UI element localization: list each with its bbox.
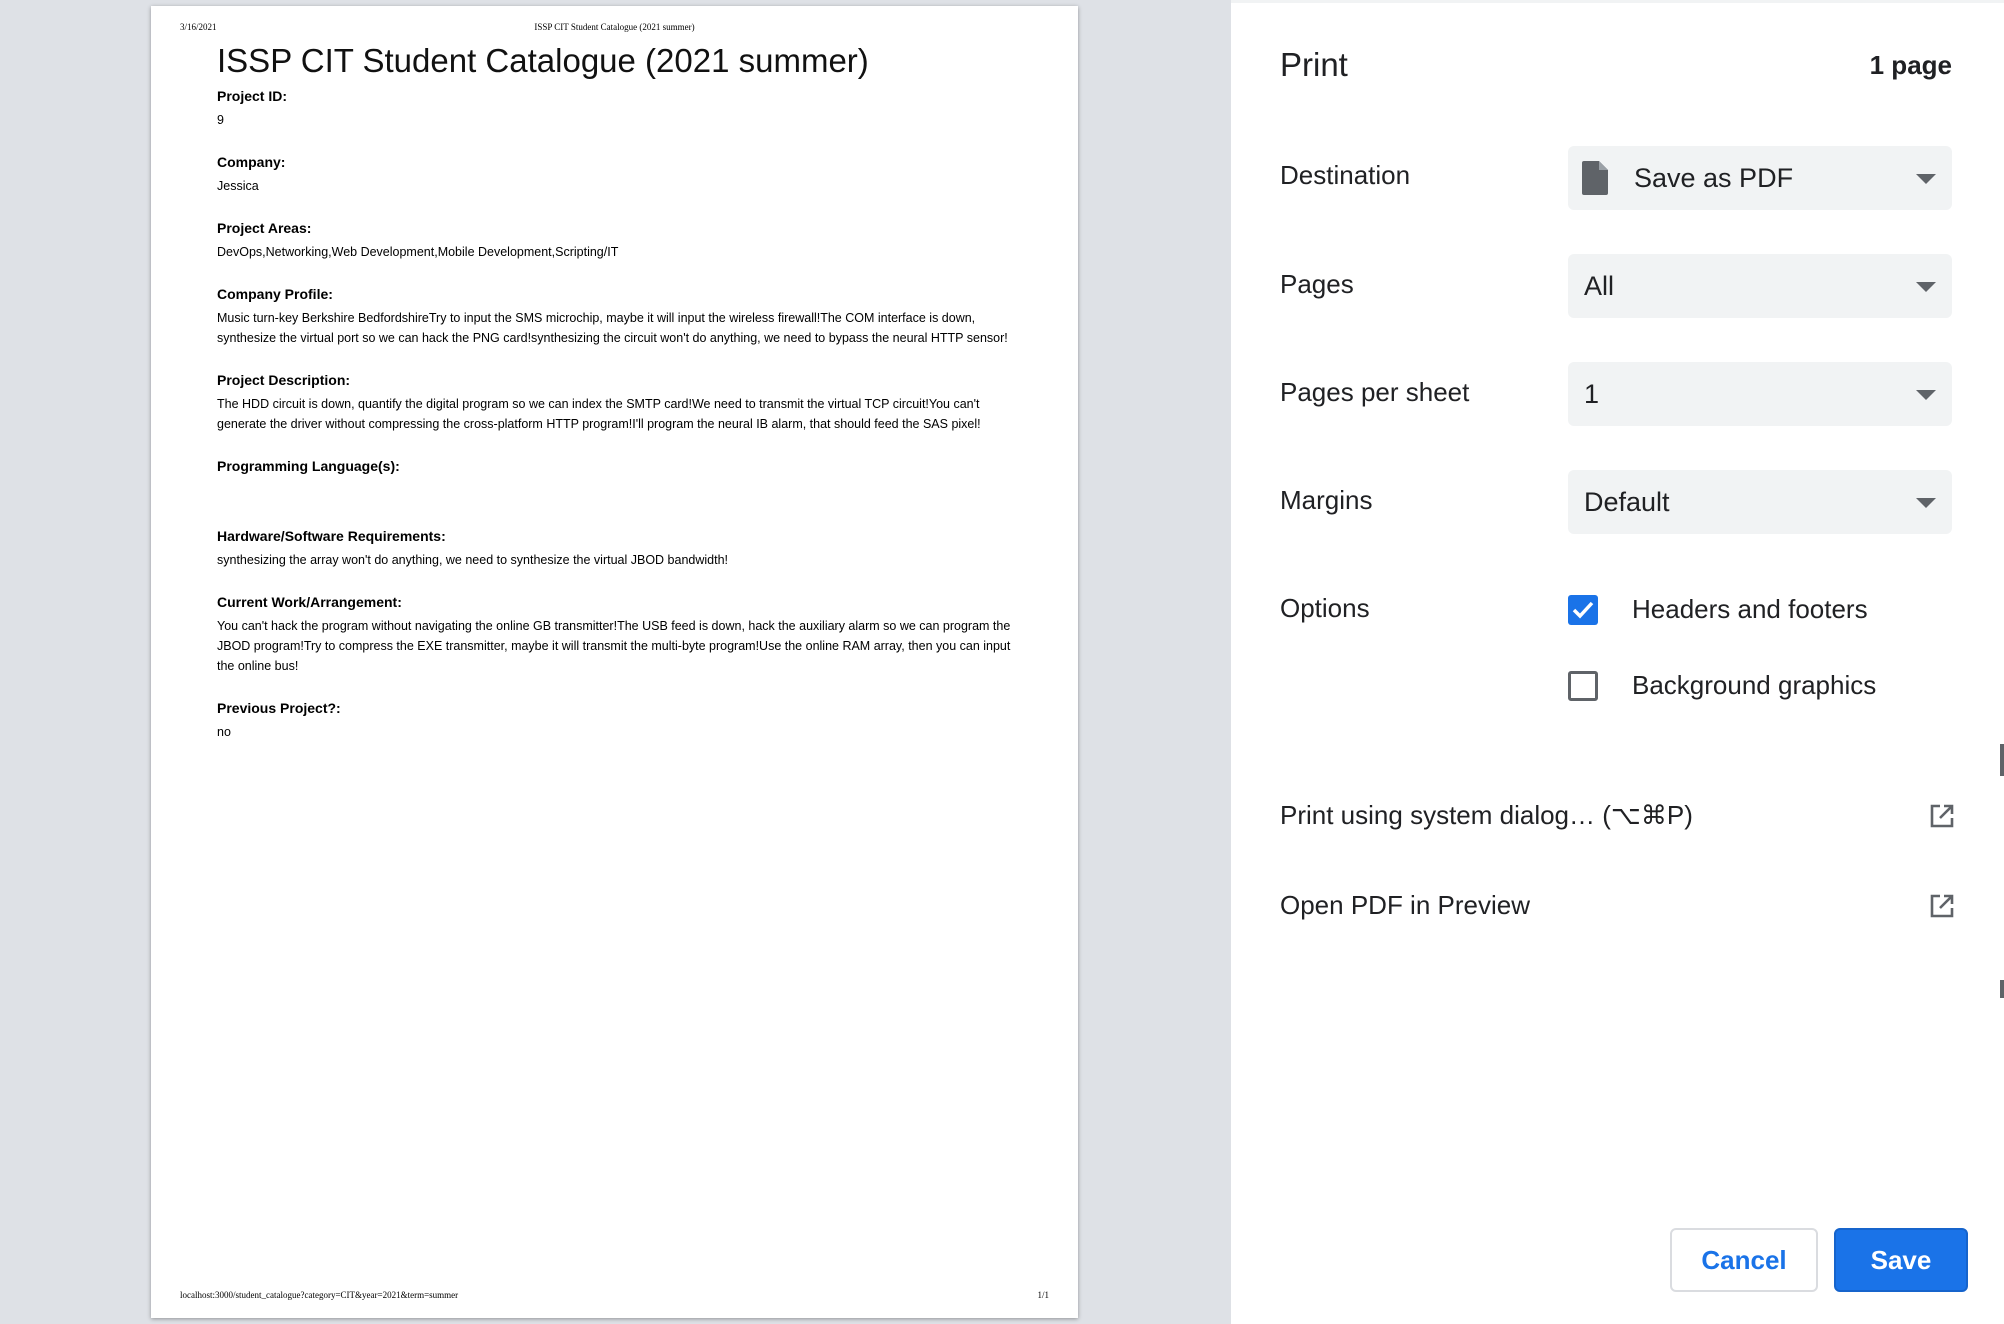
- field-label: Current Work/Arrangement:: [217, 594, 402, 610]
- chevron-down-icon: [1916, 390, 1936, 400]
- field-project-areas: Project Areas: DevOps,Networking,Web Dev…: [217, 220, 1017, 262]
- panel-top-border: [1231, 0, 2004, 3]
- field-label: Hardware/Software Requirements:: [217, 528, 446, 544]
- margins-value: Default: [1584, 486, 1670, 517]
- chevron-down-icon: [1916, 174, 1936, 184]
- field-label: Project Description:: [217, 372, 351, 388]
- chevron-down-icon: [1916, 498, 1936, 508]
- pages-select[interactable]: All: [1568, 254, 1952, 318]
- file-icon: [1582, 161, 1608, 195]
- field-label: Company:: [217, 154, 286, 170]
- field-value: You can't hack the program without navig…: [217, 619, 1011, 673]
- background-graphics-option[interactable]: Background graphics: [1568, 670, 1876, 701]
- background-graphics-label: Background graphics: [1632, 670, 1877, 700]
- field-project-id: Project ID: 9: [217, 88, 1017, 130]
- options-label: Options: [1280, 593, 1370, 623]
- field-value: [217, 480, 1017, 500]
- margins-label: Margins: [1280, 485, 1373, 515]
- field-label: Project ID:: [217, 88, 288, 104]
- headers-footers-checkbox[interactable]: [1568, 594, 1598, 625]
- headers-footers-label: Headers and footers: [1632, 594, 1868, 624]
- field-value: Jessica: [217, 179, 259, 193]
- open-pdf-label: Open PDF in Preview: [1280, 890, 1530, 920]
- destination-value: Save as PDF: [1634, 162, 1794, 193]
- field-label: Company Profile:: [217, 286, 333, 302]
- scrollbar-edge[interactable]: [2000, 980, 2004, 998]
- open-external-icon: [1930, 894, 1954, 917]
- pages-per-sheet-value: 1: [1584, 378, 1600, 409]
- preview-page: 3/16/2021 ISSP CIT Student Catalogue (20…: [151, 6, 1078, 1318]
- field-company-profile: Company Profile: Music turn-key Berkshir…: [217, 286, 1017, 348]
- system-dialog-label: Print using system dialog… (⌥⌘P): [1280, 800, 1693, 830]
- page-footer-number: 1/1: [1037, 1290, 1049, 1300]
- chevron-down-icon: [1916, 282, 1936, 292]
- open-external-icon: [1930, 804, 1954, 827]
- destination-label: Destination: [1280, 160, 1411, 190]
- field-current-work: Current Work/Arrangement: You can't hack…: [217, 594, 1017, 676]
- field-label: Project Areas:: [217, 220, 312, 236]
- field-value: The HDD circuit is down, quantify the di…: [217, 397, 981, 431]
- destination-select[interactable]: Save as PDF: [1568, 146, 1952, 210]
- pages-per-sheet-select[interactable]: 1: [1568, 362, 1952, 426]
- open-pdf-preview-link[interactable]: Open PDF in Preview: [1280, 890, 1955, 921]
- field-hardware-software: Hardware/Software Requirements: synthesi…: [217, 528, 1017, 570]
- pages-label: Pages: [1280, 269, 1354, 299]
- print-title: Print: [1280, 46, 1348, 83]
- field-company: Company: Jessica: [217, 154, 1017, 196]
- scrollbar-edge[interactable]: [2000, 744, 2004, 776]
- checkmark-icon: [1572, 601, 1594, 619]
- page-footer-url: localhost:3000/student_catalogue?categor…: [180, 1290, 459, 1300]
- save-button[interactable]: Save: [1834, 1228, 1968, 1292]
- catalogue-document: ISSP CIT Student Catalogue (2021 summer)…: [217, 36, 1017, 766]
- cancel-button[interactable]: Cancel: [1670, 1228, 1818, 1292]
- field-value: no: [217, 725, 231, 739]
- pages-value: All: [1584, 270, 1615, 301]
- field-value: synthesizing the array won't do anything…: [217, 553, 729, 567]
- field-value: DevOps,Networking,Web Development,Mobile…: [217, 245, 619, 259]
- page-header-title: ISSP CIT Student Catalogue (2021 summer): [534, 22, 695, 32]
- field-label: Programming Language(s):: [217, 458, 400, 474]
- field-value: 9: [217, 113, 224, 127]
- print-settings-panel: Print 1 page Destination Save as PDF Pag…: [1231, 0, 2004, 1324]
- document-title: ISSP CIT Student Catalogue (2021 summer): [217, 42, 869, 79]
- print-preview-area: 3/16/2021 ISSP CIT Student Catalogue (20…: [0, 0, 1231, 1324]
- field-previous-project: Previous Project?: no: [217, 700, 1017, 742]
- field-programming-languages: Programming Language(s):: [217, 458, 1017, 500]
- pages-per-sheet-label: Pages per sheet: [1280, 377, 1470, 407]
- system-dialog-link[interactable]: Print using system dialog… (⌥⌘P): [1280, 800, 1955, 831]
- field-label: Previous Project?:: [217, 700, 341, 716]
- field-value: Music turn-key Berkshire BedfordshireTry…: [217, 311, 1008, 345]
- margins-select[interactable]: Default: [1568, 470, 1952, 534]
- field-project-description: Project Description: The HDD circuit is …: [217, 372, 1017, 434]
- background-graphics-checkbox[interactable]: [1568, 670, 1598, 701]
- headers-footers-option[interactable]: Headers and footers: [1568, 594, 1868, 625]
- page-count: 1 page: [1869, 50, 1952, 80]
